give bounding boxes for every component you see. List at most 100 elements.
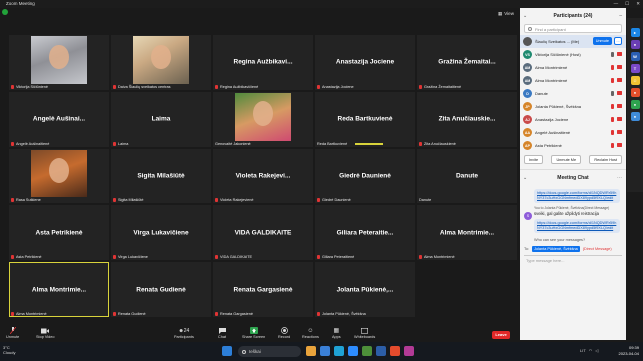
video-tile[interactable]: Virga Lukavičiene Virga Lukavičiene xyxy=(111,205,211,261)
unmute-participant-button[interactable]: Unmute xyxy=(592,37,612,45)
taskbar-search-label: Ieškai xyxy=(249,349,261,354)
panel-close-icon[interactable]: – xyxy=(619,8,622,24)
maximize-icon[interactable]: ☐ xyxy=(625,0,629,8)
video-tile[interactable]: Jolanta Pūkienė,... Jolanta Pūkienė, Švėk… xyxy=(315,262,415,317)
unmute-me-button[interactable]: Unmute Me xyxy=(551,155,582,164)
video-tile[interactable]: Angelė Aušinai... Angelė Aušinaitienė xyxy=(9,91,109,147)
apps-button[interactable]: ▦ Apps xyxy=(332,326,341,342)
taskbar-zoom-icon[interactable] xyxy=(348,346,358,356)
taskbar-app-icon-7[interactable] xyxy=(390,346,400,356)
app-icon-8[interactable]: ● xyxy=(630,112,640,121)
minimize-icon[interactable]: — xyxy=(614,0,619,8)
whiteboards-button[interactable]: Whiteboards xyxy=(354,326,375,342)
mic-muted-icon xyxy=(11,198,14,203)
chat-link-message[interactable]: https://docs.google.com/forms/d/1NQDWRr5… xyxy=(534,189,620,203)
participant-row[interactable]: Šiaulių Sveikatos ... (Me) Unmute... xyxy=(520,35,626,48)
language-indicator[interactable]: LIT xyxy=(580,348,586,353)
app-icon-7[interactable]: ● xyxy=(630,100,640,109)
unmute-button[interactable]: Unmute xyxy=(6,326,19,342)
app-icon-6[interactable]: ● xyxy=(630,88,640,97)
video-tile[interactable]: Giliara Peteraitie... Giliara Peteraitien… xyxy=(315,205,415,261)
tile-label: Gražina Žemaitaitienė xyxy=(419,84,461,89)
video-tile[interactable]: Gražina Žemaitai... Gražina Žemaitaitienė xyxy=(417,35,517,90)
participant-row[interactable]: AP Asta Petrikienė xyxy=(520,139,626,152)
tile-label: Reda Bartkuvienė xyxy=(317,142,347,146)
participant-row[interactable]: AA Angelė Aušinaitienė xyxy=(520,126,626,139)
taskbar-clock[interactable]: 09:39 2023-04-04 xyxy=(619,345,639,357)
participants-button[interactable]: ☻ 24 Participants xyxy=(174,326,194,342)
collapse-chevron-icon[interactable]: ⌄ xyxy=(523,8,527,24)
zoom-app-icon[interactable]: ▸ xyxy=(630,28,640,37)
video-tile[interactable]: Daiva Šiaulių sveikatos centras xyxy=(111,35,211,90)
start-icon[interactable] xyxy=(222,346,232,356)
video-tile[interactable]: Reda Bartkuvienė Reda Bartkuvienė xyxy=(315,91,415,147)
participant-row[interactable]: AJ Anastazija Jociene xyxy=(520,113,626,126)
video-tile[interactable] xyxy=(417,262,517,317)
more-options-button[interactable]: ... xyxy=(614,37,622,45)
video-tile[interactable]: Danute Danute xyxy=(417,148,517,204)
chat-button[interactable]: Chat xyxy=(218,326,226,342)
taskbar-app-icon-6[interactable] xyxy=(376,346,386,356)
word-app-icon[interactable]: W xyxy=(630,52,640,61)
video-tile[interactable]: Rasa Sutkiene xyxy=(9,148,109,204)
recipient-select[interactable]: Jolanta Pūkienė, Švėkšna xyxy=(532,246,580,253)
app-icon-5[interactable]: ☺ xyxy=(630,76,640,85)
taskbar-app-icon-8[interactable] xyxy=(404,346,414,356)
video-tile[interactable]: Anastazija Jociene Anastazija Jociene xyxy=(315,35,415,90)
weather-widget[interactable]: 3°C Cloudy xyxy=(3,345,15,355)
participant-row[interactable]: AM Alma Montrimienė xyxy=(520,61,626,74)
taskbar-app-icon-2[interactable] xyxy=(320,346,330,356)
share-screen-button[interactable]: Share Screen xyxy=(242,326,265,342)
video-tile[interactable]: Violeta Rakejevi... Violeta Rakejevienė xyxy=(213,148,313,204)
mic-muted-icon xyxy=(317,311,320,316)
camera-off-icon xyxy=(617,117,622,121)
reactions-button[interactable]: ☺ Reactions xyxy=(302,326,319,342)
participant-row[interactable]: JP Jolanta Pūkienė, Švėkšna xyxy=(520,100,626,113)
participant-row[interactable]: D Danute xyxy=(520,87,626,100)
leave-button[interactable]: Leave xyxy=(492,331,510,339)
tile-name: Zita Anučiauskie... xyxy=(438,115,496,123)
taskbar-app-icon-3[interactable] xyxy=(334,346,344,356)
video-tile[interactable]: Giedrė Daunienė Giedrė Daunienė xyxy=(315,148,415,204)
video-tile[interactable]: Viktorija Sičiūnienė xyxy=(9,35,109,90)
participant-name: Anastazija Jociene xyxy=(535,117,569,122)
volume-icon[interactable]: ◁ xyxy=(595,348,598,353)
encryption-shield-icon[interactable] xyxy=(2,9,8,15)
chat-link-message-2[interactable]: https://docs.google.com/forms/d/1NQDWRr5… xyxy=(534,219,620,234)
video-tile[interactable]: Zita Anučiauskie... Zita Anučiauskienė xyxy=(417,91,517,147)
tile-label-text: Jolanta Pūkienė, Švėkšna xyxy=(322,311,366,316)
video-tile[interactable]: Renata Gudienė Renata Gudienė xyxy=(111,262,211,317)
video-tile[interactable]: Regina Aužbikavi... Regina Aužbikavičienė xyxy=(213,35,313,90)
video-tile[interactable]: Genovaitė Jakonienė xyxy=(213,91,313,147)
reclaim-host-button[interactable]: Reclaim Host xyxy=(589,155,622,164)
video-tile[interactable]: Sigita Milašiūtė Sigita Milašiūtė xyxy=(111,148,211,204)
chat-input[interactable]: Type message here... xyxy=(524,255,622,277)
teams-app-icon[interactable]: T xyxy=(630,64,640,73)
right-app-sidebar: ▸ ● W T ☺ ● ● ● xyxy=(627,18,643,192)
mic-icon xyxy=(611,143,614,148)
stop-video-button[interactable]: Stop Video xyxy=(36,326,55,342)
video-tile[interactable]: Alma Montrimie... Alma Montrimienė xyxy=(417,205,517,261)
taskbar-app-icon-1[interactable] xyxy=(306,346,316,356)
video-tile[interactable]: Asta Petrikienė Asta Petrikienė xyxy=(9,205,109,261)
taskbar-app-icon-5[interactable] xyxy=(362,346,372,356)
video-tile[interactable]: Renata Gargasienė Renata Gargasienė xyxy=(213,262,313,317)
chat-more-icon[interactable]: ⋯ xyxy=(617,170,622,186)
video-tile[interactable]: VIDA GALDIKAITE VIDA GALDIKAITE xyxy=(213,205,313,261)
participant-status-icons xyxy=(611,52,622,57)
app-icon-2[interactable]: ● xyxy=(630,40,640,49)
record-button[interactable]: Record xyxy=(278,326,290,342)
chat-collapse-icon[interactable]: ⌄ xyxy=(523,170,527,186)
system-tray[interactable]: LIT ◠ ◁ xyxy=(580,348,598,353)
video-tile[interactable]: Laima Laima xyxy=(111,91,211,147)
participant-row[interactable]: VS Viktorija Sičiūnienė (Host) xyxy=(520,48,626,61)
view-button[interactable]: ▦ View xyxy=(498,10,518,18)
wifi-icon[interactable]: ◠ xyxy=(589,348,593,353)
invite-button[interactable]: Invite xyxy=(524,155,544,164)
taskbar-search[interactable]: Ieškai xyxy=(238,346,301,357)
who-can-see-link[interactable]: Who can see your messages? xyxy=(534,238,626,242)
participant-row[interactable]: AM Alma Montrimienė xyxy=(520,74,626,87)
participant-search-input[interactable]: Find a participant xyxy=(524,24,622,33)
video-tile[interactable]: Alma Montrimie... Alma Montrimienė xyxy=(9,262,109,317)
close-icon[interactable]: ✕ xyxy=(636,0,640,8)
